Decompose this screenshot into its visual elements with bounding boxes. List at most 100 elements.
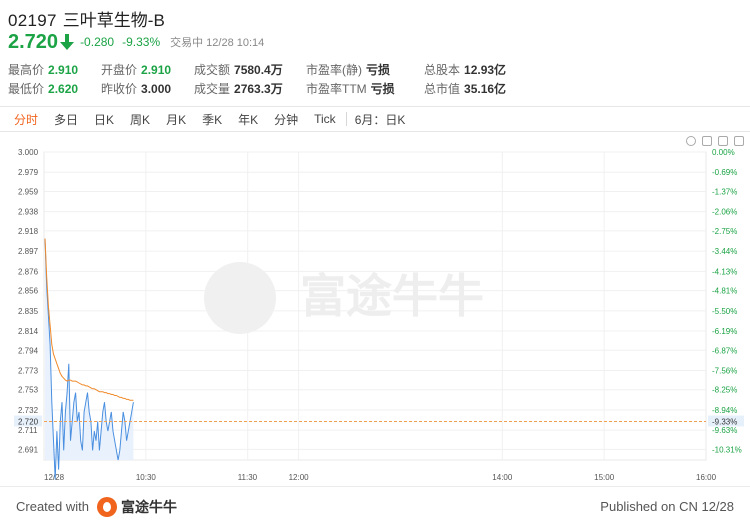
y-tick-label: 3.000	[18, 148, 39, 157]
y-tick-label: 2.753	[18, 386, 39, 395]
stat-value: 亏损	[366, 63, 391, 77]
x-tick-label: 12/28	[44, 473, 65, 482]
y-tick-label: 2.979	[18, 168, 39, 177]
footer: Created with 富途牛牛 Published on CN 12/28	[0, 486, 750, 526]
stat-label: 成交量	[194, 82, 231, 96]
tab-intraday[interactable]: 分时	[14, 111, 38, 128]
stat-value: 35.16亿	[464, 82, 507, 96]
stat-label: 市盈率TTM	[306, 82, 367, 96]
stat-value: 3.000	[141, 81, 172, 96]
stat-item: 成交量 2763.3万	[194, 80, 306, 97]
watermark-text: 富途牛牛	[300, 269, 484, 323]
reset-icon[interactable]	[686, 136, 696, 146]
stat-item: 总市值 35.16亿	[424, 80, 534, 97]
y-tick-label: 2.897	[18, 247, 39, 256]
price-change-pct: -9.33%	[122, 35, 161, 49]
stat-value: 2.910	[141, 62, 172, 77]
y-tick-label-right: -7.56%	[712, 366, 737, 375]
stock-header: 02197 三叶草生物-B 2.720 -0.280 -9.33% 交易中 12…	[8, 6, 742, 54]
x-tick-label: 16:00	[696, 473, 717, 482]
tab-6m-daily-k[interactable]: 6月：日K	[355, 111, 406, 128]
x-tick-label: 11:30	[238, 473, 258, 482]
x-tick-label: 10:30	[136, 473, 157, 482]
stat-label: 最低价	[8, 82, 45, 96]
y-tick-label: 2.794	[18, 346, 39, 355]
stat-value: 7580.4万	[234, 63, 283, 77]
trading-status: 交易中 12/28 10:14	[170, 37, 265, 49]
y-tick-label: 2.835	[18, 307, 39, 316]
y-tick-label-right: -8.94%	[712, 406, 737, 415]
stat-item: 开盘价 2.910	[101, 61, 194, 78]
y-tick-label-right: -3.44%	[712, 247, 737, 256]
stat-label: 成交额	[194, 63, 231, 77]
stat-value: 2.620	[48, 81, 79, 96]
chart-tabs: 分时 多日 日K 周K 月K 季K 年K 分钟 Tick 6月：日K	[0, 106, 750, 132]
chart-svg: 3.000 0.00% 2.979 -0.69% 2.959 -1.37% 2.938 -2.…	[14, 148, 744, 482]
y-tick-label: 2.732	[18, 406, 39, 415]
stat-label: 昨收价	[101, 82, 138, 96]
stat-item: 总股本 12.93亿	[424, 61, 534, 78]
tab-weekly-k[interactable]: 周K	[130, 111, 150, 128]
tab-minute[interactable]: 分钟	[274, 111, 298, 128]
y-tick-label: 2.918	[18, 227, 39, 236]
stats-panel: 最高价 2.910 开盘价 2.910 成交额 7580.4万 市盈率(静) 亏损 总股…	[8, 60, 534, 98]
settings-icon[interactable]	[734, 136, 744, 146]
current-price-label: 2.720	[18, 418, 39, 427]
stat-value: 2.910	[48, 62, 79, 77]
stat-value: 12.93亿	[464, 63, 507, 77]
y-tick-label-right: -6.87%	[712, 346, 737, 355]
title-row: 02197 三叶草生物-B	[8, 6, 742, 30]
x-tick-label: 14:00	[492, 473, 513, 482]
published-date: Published on CN 12/28	[600, 499, 734, 514]
stat-label: 开盘价	[101, 63, 138, 77]
down-arrow-icon	[60, 34, 75, 50]
x-tick-label: 12:00	[289, 473, 310, 482]
y-tick-label: 2.938	[18, 208, 39, 217]
created-with: Created with 富途牛牛	[16, 496, 177, 517]
y-tick-label: 2.711	[18, 426, 38, 435]
y-tick-label-right: -8.25%	[712, 386, 737, 395]
price-row: 2.720 -0.280 -9.33% 交易中 12/28 10:14	[8, 30, 742, 54]
y-tick-label-right: -6.19%	[712, 327, 737, 336]
brand-name: 富途牛牛	[120, 498, 177, 515]
stat-value: 2763.3万	[234, 82, 283, 96]
current-price: 2.720	[8, 30, 59, 53]
stat-label: 市盈率(静)	[306, 63, 362, 77]
tab-yearly-k[interactable]: 年K	[238, 111, 258, 128]
y-tick-label-right: -5.50%	[712, 307, 737, 316]
stat-item: 成交额 7580.4万	[194, 61, 306, 78]
tab-tick[interactable]: Tick	[314, 112, 336, 126]
intraday-chart[interactable]: 3.000 0.00% 2.979 -0.69% 2.959 -1.37% 2.938 -2.…	[0, 146, 750, 484]
y-tick-label-right: -9.63%	[712, 426, 737, 435]
y-tick-label-right: 0.00%	[712, 148, 735, 157]
zoom-icon[interactable]	[702, 136, 712, 146]
stat-item: 市盈率TTM 亏损	[306, 80, 424, 97]
stat-item: 最低价 2.620	[8, 80, 101, 97]
stat-item: 市盈率(静) 亏损	[306, 61, 424, 78]
y-tick-label-right: -4.81%	[712, 287, 737, 296]
stat-label: 总股本	[424, 63, 461, 77]
y-tick-label-right: -2.06%	[712, 208, 737, 217]
y-tick-label-right: -4.13%	[712, 267, 737, 276]
stats-row: 最高价 2.910 开盘价 2.910 成交额 7580.4万 市盈率(静) 亏损 总股…	[8, 60, 534, 79]
y-tick-label-right: -10.31%	[712, 445, 742, 454]
x-tick-label: 15:00	[594, 473, 615, 482]
price-change: -0.280	[80, 35, 115, 49]
y-tick-label-right: -2.75%	[712, 227, 737, 236]
stat-item: 昨收价 3.000	[101, 80, 194, 97]
stat-item: 最高价 2.910	[8, 61, 101, 78]
y-tick-label: 2.856	[18, 287, 39, 296]
stat-label: 最高价	[8, 63, 45, 77]
tab-divider	[345, 112, 347, 126]
stat-label: 总市值	[424, 82, 461, 96]
tab-daily-k[interactable]: 日K	[94, 111, 114, 128]
tab-quarterly-k[interactable]: 季K	[202, 111, 222, 128]
expand-icon[interactable]	[718, 136, 728, 146]
tab-monthly-k[interactable]: 月K	[166, 111, 186, 128]
y-tick-label: 2.959	[18, 187, 39, 196]
watermark-logo	[204, 262, 276, 334]
tab-multi-day[interactable]: 多日	[54, 111, 78, 128]
created-with-label: Created with	[16, 499, 89, 514]
average-line	[44, 238, 134, 401]
y-tick-label: 2.691	[18, 445, 39, 454]
